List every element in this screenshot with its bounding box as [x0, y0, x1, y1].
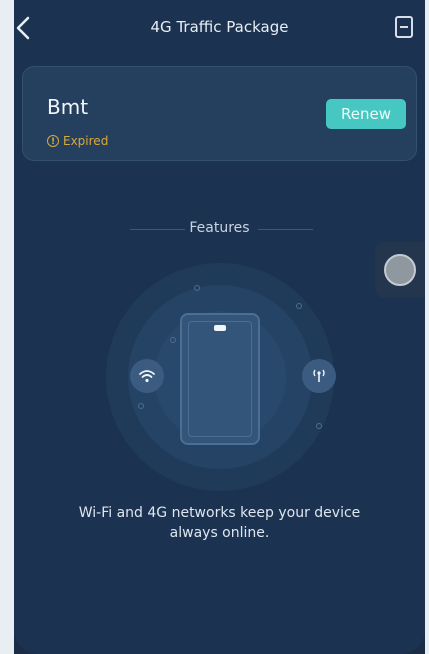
features-illustration — [106, 263, 336, 491]
plan-name: Bmt — [47, 95, 89, 119]
plan-card: Bmt ! Expired Renew — [22, 66, 417, 161]
status-label: Expired — [63, 134, 109, 148]
phone-icon — [180, 313, 260, 445]
wifi-icon — [130, 359, 164, 393]
status-badge: ! Expired — [47, 134, 108, 148]
app-screen: 4G Traffic Package Bmt ! Expired Renew F… — [14, 0, 425, 654]
warning-icon: ! — [47, 135, 59, 147]
header: 4G Traffic Package — [14, 0, 425, 56]
divider-right — [258, 229, 313, 230]
page-title: 4G Traffic Package — [150, 18, 289, 36]
features-description: Wi-Fi and 4G networks keep your device a… — [78, 505, 361, 541]
document-icon[interactable] — [395, 16, 413, 38]
signal-antenna-icon — [302, 359, 336, 393]
features-title: Features — [189, 220, 250, 236]
renew-button[interactable]: Renew — [326, 99, 406, 129]
floating-assistive-button[interactable] — [375, 242, 425, 298]
outer-background-right — [425, 0, 429, 654]
outer-background — [0, 0, 14, 654]
